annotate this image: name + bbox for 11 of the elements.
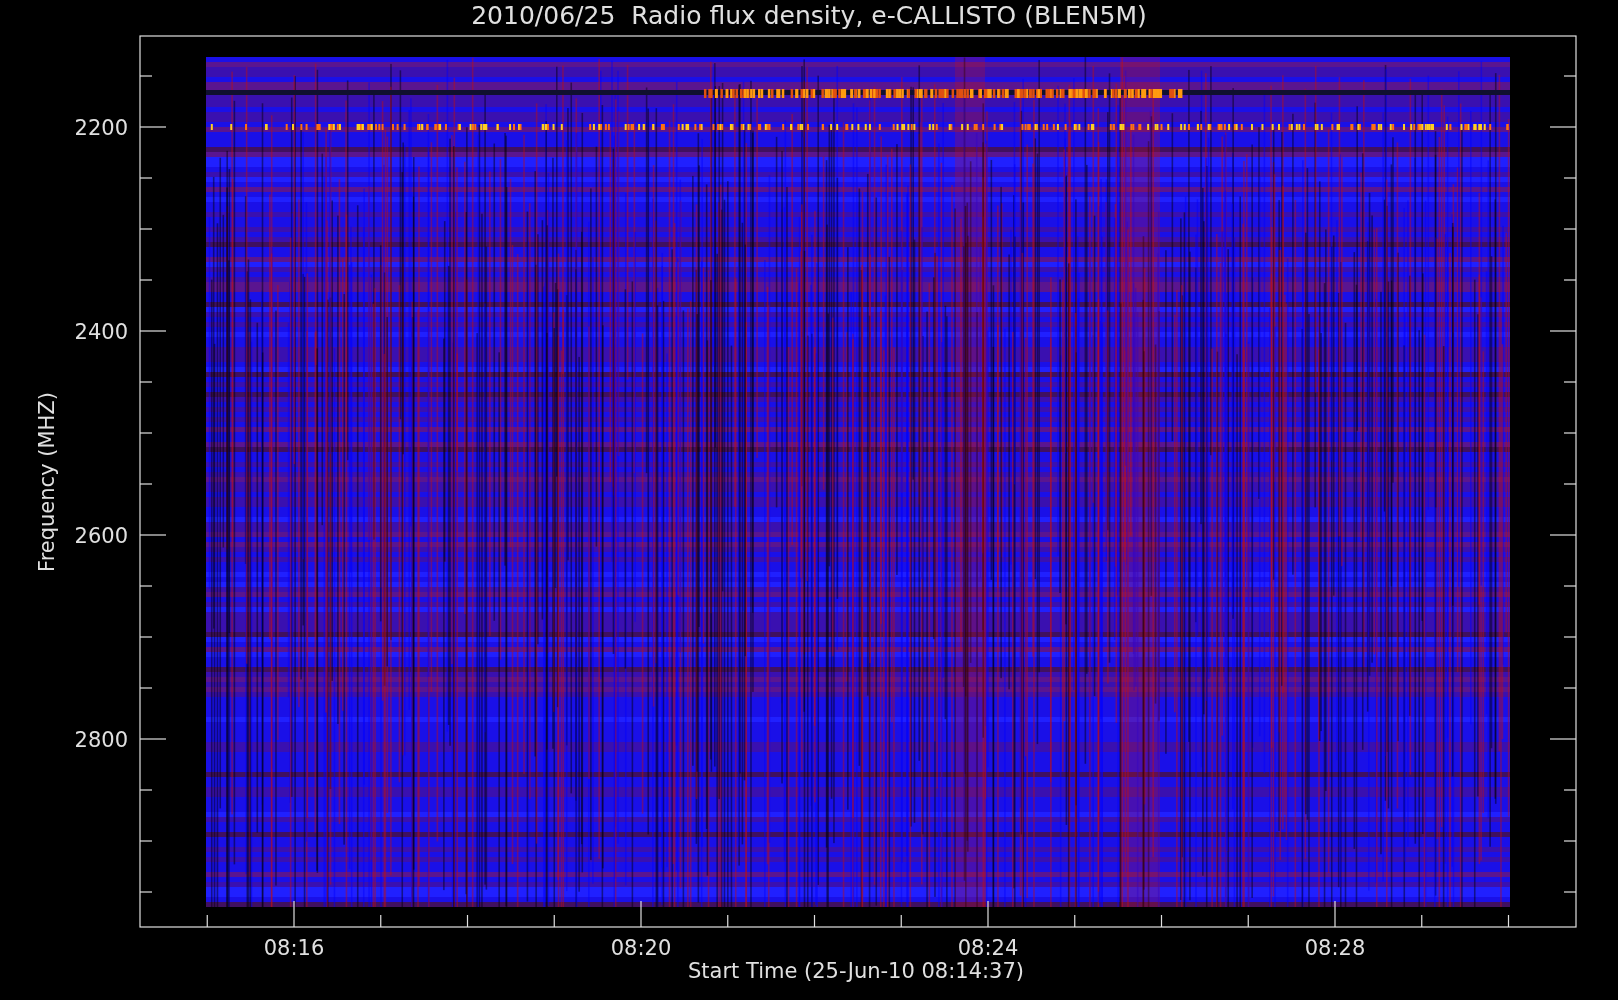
y-tick-label: 2600: [74, 524, 128, 548]
y-axis-label: Frequency (MHZ): [35, 392, 59, 572]
x-tick-label: 08:24: [957, 936, 1019, 960]
y-tick-label: 2200: [74, 116, 128, 140]
y-tick-label: 2800: [74, 728, 128, 752]
x-tick-label: 08:20: [610, 936, 672, 960]
x-axis-label: Start Time (25-Jun-10 08:14:37): [688, 959, 1024, 983]
plot-title: 2010/06/25 Radio flux density, e-CALLISTO (BLEN5M): [471, 1, 1147, 30]
x-tick-label: 08:16: [263, 936, 325, 960]
x-tick-label: 08:28: [1304, 936, 1366, 960]
y-tick-label: 2400: [74, 320, 128, 344]
